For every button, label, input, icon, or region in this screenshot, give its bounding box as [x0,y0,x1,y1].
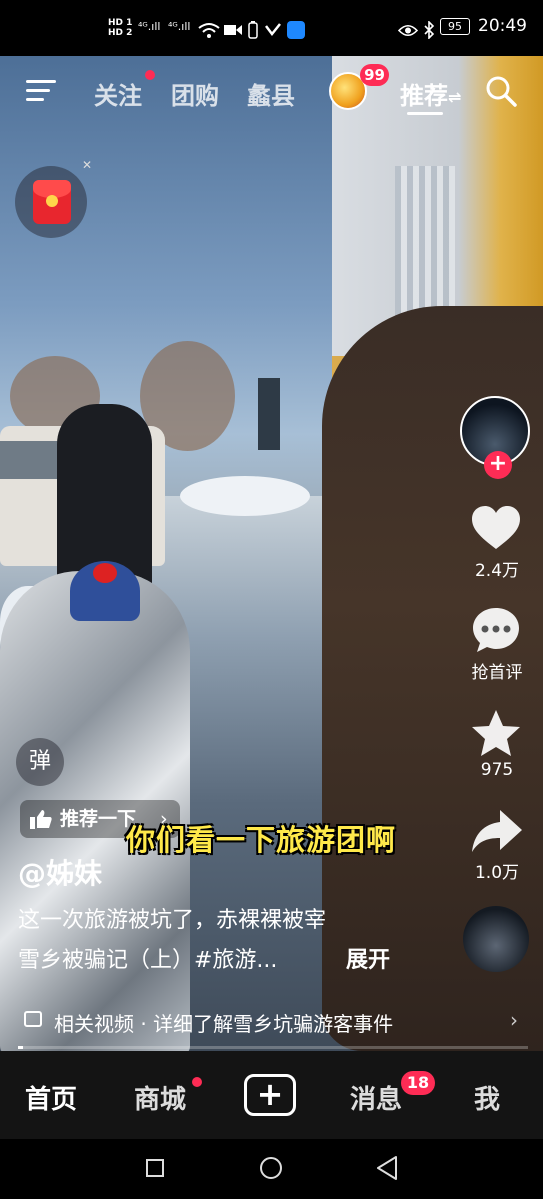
status-bar: HD 1 HD 2 ⁴ᴳ.ıll ⁴ᴳ.ıll 95 20:49 [0,0,543,56]
thumbs-up-icon [30,810,52,829]
close-icon[interactable]: ✕ [82,158,92,172]
hd1-label: HD 1 [108,18,133,28]
share-icon[interactable] [470,808,524,856]
video-subtitle: 你们看一下旅游团啊 [126,823,397,857]
description-line: 雪乡被骗记（上）#旅游... [18,948,278,973]
music-disc-icon[interactable] [463,906,529,972]
active-tab-indicator [407,112,443,115]
tab-group-buy[interactable]: 团购 [171,76,219,111]
wifi-icon [198,23,220,38]
nav-me[interactable]: 我 [474,1079,500,1116]
sim-indicator: HD 1 HD 2 [108,18,132,38]
tab-local[interactable]: 蠡县 [247,76,295,111]
share-count: 1.0万 [474,863,520,883]
follow-plus-icon[interactable]: + [484,451,512,479]
notification-dot [192,1077,202,1087]
star-icon[interactable] [470,708,522,758]
scene-child-pompom [93,563,117,583]
notification-dot [145,70,155,80]
favorite-count: 975 [480,760,514,780]
expand-button[interactable]: 展开 [346,942,390,974]
hd2-label: HD 2 [108,28,133,38]
add-button[interactable]: + [244,1074,296,1116]
play-icon [24,1011,42,1027]
nav-home[interactable]: 首页 [25,1079,77,1116]
signal-icon: ⁴ᴳ.ıll [138,20,161,33]
eye-icon [398,24,418,37]
bluetooth-icon [424,21,435,39]
nav-messages[interactable]: 消息 [350,1079,402,1116]
signal-icon: ⁴ᴳ.ıll [168,20,191,33]
search-icon[interactable] [485,75,517,107]
author-name[interactable]: @姊妹 [18,852,102,892]
swap-icon: ⇌ [448,87,462,107]
tab-recommended-label: 推荐 [400,82,448,110]
related-videos-link[interactable]: 相关视频 · 详细了解雪乡坑骗游客事件 [54,1008,393,1037]
nav-mall[interactable]: 商城 [134,1079,186,1116]
tab-recommended[interactable]: 推荐⇌ [400,76,461,111]
camera-icon [224,25,242,35]
progress-bar[interactable] [18,1046,528,1049]
like-count: 2.4万 [474,561,520,581]
messages-badge: 18 [401,1071,435,1095]
back-icon[interactable] [376,1155,398,1181]
progress-bar-fill [18,1046,23,1049]
avatar-badge: 99 [360,64,389,86]
battery-saver-icon [248,21,258,39]
description-line: 这一次旅游被坑了，赤裸裸被宰 [18,908,327,933]
chevron-right-icon[interactable]: › [510,1008,518,1032]
comment-icon[interactable] [470,606,522,654]
app-icon [265,23,281,37]
battery-icon: 95 [440,18,470,35]
heart-icon[interactable] [470,505,522,551]
scene-snow [180,476,310,516]
recents-icon[interactable] [146,1159,164,1177]
app-icon [287,21,305,39]
clock: 20:49 [478,16,527,36]
home-icon[interactable] [260,1157,282,1179]
red-packet-coin [46,195,58,207]
comment-label: 抢首评 [471,663,523,683]
tab-following[interactable]: 关注 [94,76,142,111]
recommend-label: 推荐一下 [60,808,137,830]
danmaku-button[interactable]: 弹 [16,738,64,786]
scene-distant-building [258,378,280,450]
menu-icon[interactable] [26,78,56,104]
